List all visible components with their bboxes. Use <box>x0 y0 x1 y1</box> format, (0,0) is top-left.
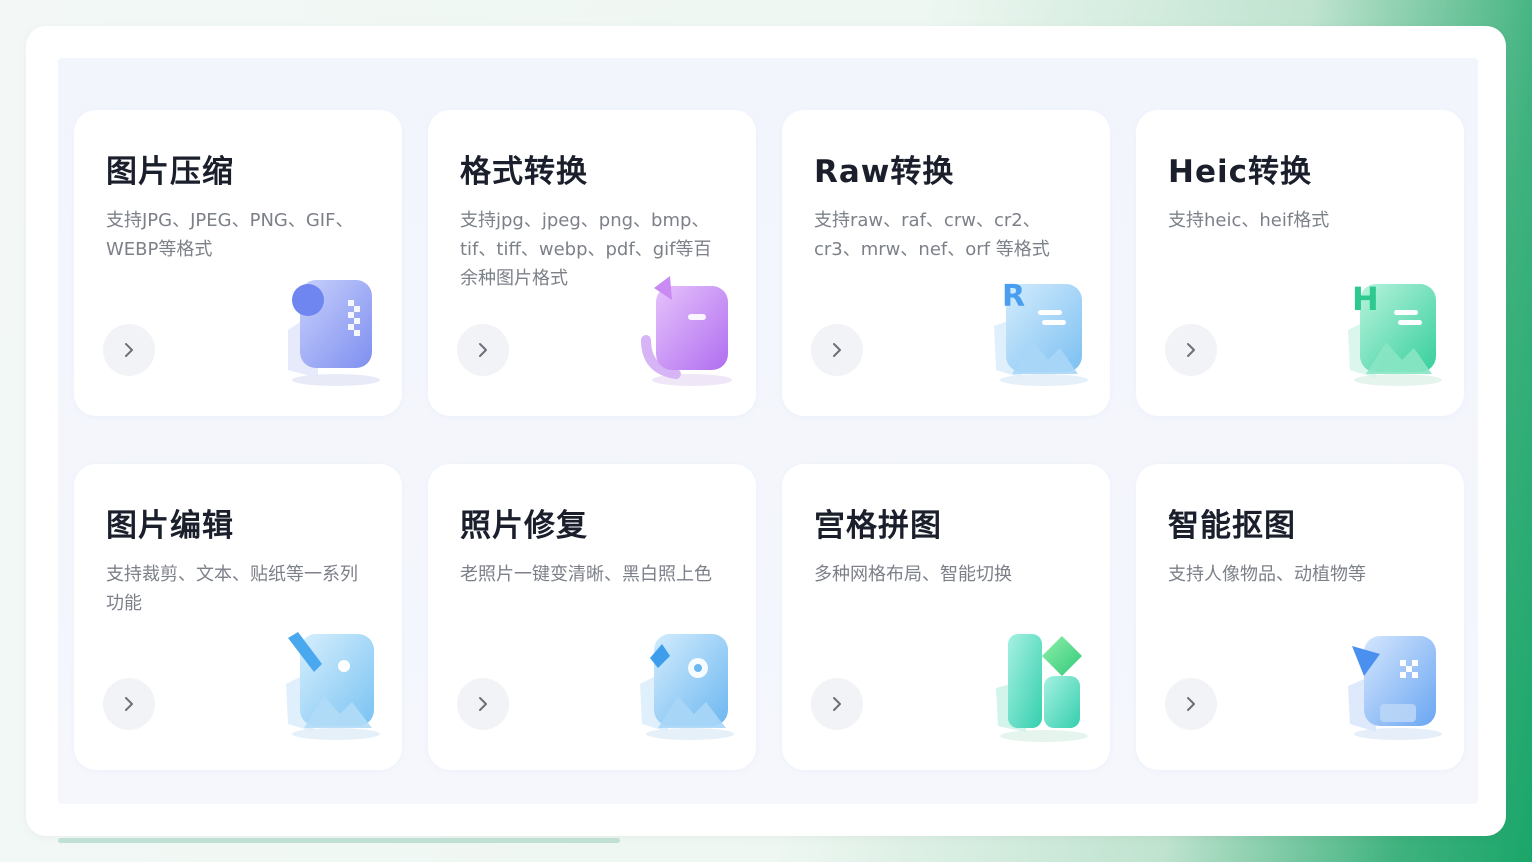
tool-card-format-convert[interactable]: 格式转换 支持jpg、jpeg、png、bmp、tif、tiff、webp、pd… <box>428 110 756 416</box>
tool-card-smart-cutout[interactable]: 智能抠图 支持人像物品、动植物等 <box>1136 464 1464 770</box>
open-button[interactable] <box>1165 678 1217 730</box>
tool-card-heic-convert[interactable]: Heic转换 支持heic、heif格式 H <box>1136 110 1464 416</box>
open-button[interactable] <box>1165 324 1217 376</box>
smart-cutout-icon <box>1348 636 1442 740</box>
open-button[interactable] <box>103 324 155 376</box>
format-convert-icon <box>641 276 732 386</box>
chevron-right-icon <box>833 343 841 357</box>
card-title: Heic转换 <box>1168 154 1312 190</box>
open-button[interactable] <box>811 324 863 376</box>
open-button[interactable] <box>103 678 155 730</box>
card-title: Raw转换 <box>814 154 955 190</box>
card-description: 支持裁剪、文本、贴纸等一系列功能 <box>106 564 358 614</box>
open-button[interactable] <box>457 678 509 730</box>
card-description: 多种网格布局、智能切换 <box>814 564 1012 585</box>
card-title: 图片编辑 <box>106 508 234 544</box>
horizontal-scrollbar[interactable] <box>58 838 620 843</box>
raw-convert-icon: R <box>994 279 1088 386</box>
image-compress-icon <box>288 280 380 386</box>
card-title: 格式转换 <box>460 154 588 190</box>
chevron-right-icon <box>1187 697 1195 711</box>
tool-card-grid-collage[interactable]: 宫格拼图 多种网格布局、智能切换 <box>782 464 1110 770</box>
svg-text:R: R <box>1002 279 1025 314</box>
open-button[interactable] <box>457 324 509 376</box>
card-title: 智能抠图 <box>1168 508 1296 544</box>
card-description: 支持JPG、JPEG、PNG、GIF、WEBP等格式 <box>106 210 354 260</box>
grid-collage-icon <box>996 634 1088 742</box>
card-description: 支持raw、raf、crw、cr2、cr3、mrw、nef、orf 等格式 <box>814 210 1050 260</box>
chevron-right-icon <box>125 343 133 357</box>
open-button[interactable] <box>811 678 863 730</box>
tool-card-image-edit[interactable]: 图片编辑 支持裁剪、文本、贴纸等一系列功能 <box>74 464 402 770</box>
card-title: 照片修复 <box>460 508 588 544</box>
card-title: 宫格拼图 <box>814 508 942 544</box>
image-edit-icon <box>286 632 380 740</box>
card-description: 支持人像物品、动植物等 <box>1168 564 1366 585</box>
tool-card-raw-convert[interactable]: Raw转换 支持raw、raf、crw、cr2、cr3、mrw、nef、orf … <box>782 110 1110 416</box>
tool-card-image-compress[interactable]: 图片压缩 支持JPG、JPEG、PNG、GIF、WEBP等格式 <box>74 110 402 416</box>
chevron-right-icon <box>833 697 841 711</box>
card-description: 支持heic、heif格式 <box>1168 210 1330 231</box>
card-title: 图片压缩 <box>106 154 234 190</box>
chevron-right-icon <box>479 697 487 711</box>
heic-convert-icon: H <box>1348 280 1442 386</box>
svg-text:H: H <box>1352 280 1379 318</box>
chevron-right-icon <box>1187 343 1195 357</box>
card-description: 老照片一键变清晰、黑白照上色 <box>460 564 712 585</box>
chevron-right-icon <box>125 697 133 711</box>
chevron-right-icon <box>479 343 487 357</box>
tool-card-photo-restore[interactable]: 照片修复 老照片一键变清晰、黑白照上色 <box>428 464 756 770</box>
photo-restore-icon <box>640 634 734 740</box>
